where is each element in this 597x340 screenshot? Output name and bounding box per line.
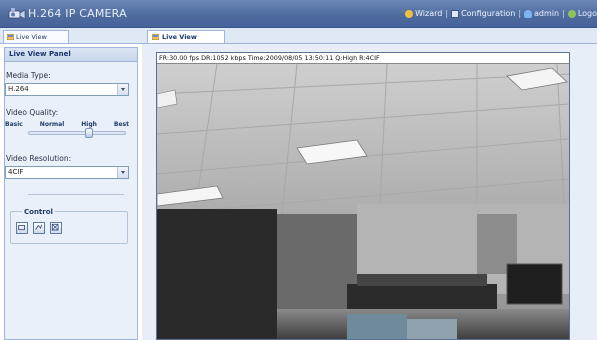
configuration-icon	[451, 9, 460, 18]
video-quality-levels: Basic Normal High Best	[5, 121, 129, 128]
panel-title: Live View Panel	[5, 48, 137, 62]
header-bar: H.264 IP CAMERA Wizard | Configuration |…	[0, 0, 597, 28]
live-view-tab-icon	[152, 34, 159, 40]
record-button[interactable]	[33, 222, 45, 234]
control-title: Control	[22, 208, 55, 216]
tab-live-view-left[interactable]: Live View	[3, 30, 69, 43]
quality-level-normal[interactable]: Normal	[40, 121, 64, 128]
video-quality-slider[interactable]	[28, 131, 126, 135]
snapshot-button[interactable]	[16, 222, 28, 234]
app-title: H.264 IP CAMERA	[28, 7, 127, 20]
camera-logo-icon	[8, 8, 26, 20]
right-tab-bar: Live View	[142, 28, 597, 44]
media-type-label: Media Type:	[6, 71, 51, 80]
live-view-tab-icon	[7, 34, 14, 40]
video-quality-label: Video Quality:	[6, 108, 59, 117]
nav-separator: |	[445, 9, 449, 18]
tab-label: Live View	[16, 33, 47, 41]
snapshot-icon	[18, 225, 25, 231]
video-status-overlay: FR:30.00 fps DR:1052 kbps Time:2009/08/0…	[157, 53, 569, 64]
quality-level-best[interactable]: Best	[114, 121, 129, 128]
nav-separator: |	[518, 9, 522, 18]
fullscreen-icon	[51, 223, 59, 231]
nav-configuration[interactable]: Configuration	[461, 9, 515, 18]
panel-divider	[28, 194, 124, 195]
nav-logout[interactable]: Logo	[578, 9, 597, 18]
nav-wizard[interactable]: Wizard	[415, 9, 442, 18]
left-tab-bar: Live View	[0, 28, 142, 44]
media-type-select[interactable]: H.264	[5, 83, 129, 96]
quality-level-high[interactable]: High	[81, 121, 97, 128]
record-icon	[35, 224, 42, 230]
media-type-value: H.264	[8, 85, 29, 93]
live-video-viewer[interactable]: FR:30.00 fps DR:1052 kbps Time:2009/08/0…	[156, 52, 570, 340]
chevron-down-icon[interactable]	[117, 84, 128, 95]
nav-admin[interactable]: admin	[534, 9, 559, 18]
camera-video-feed	[157, 64, 569, 339]
quality-level-basic[interactable]: Basic	[5, 121, 23, 128]
video-resolution-select[interactable]: 4CIF	[5, 166, 129, 179]
video-resolution-value: 4CIF	[8, 168, 24, 176]
fullscreen-button[interactable]	[50, 222, 62, 234]
logout-icon	[567, 9, 576, 18]
nav-separator: |	[562, 9, 565, 18]
tab-label: Live View	[162, 33, 197, 41]
tab-live-view[interactable]: Live View	[147, 30, 225, 43]
video-quality-slider-thumb[interactable]	[85, 128, 93, 138]
wizard-icon	[405, 9, 414, 18]
user-icon	[524, 9, 533, 18]
video-resolution-label: Video Resolution:	[6, 154, 72, 163]
top-nav: Wizard | Configuration | admin | Logo	[405, 9, 597, 18]
chevron-down-icon[interactable]	[117, 167, 128, 178]
